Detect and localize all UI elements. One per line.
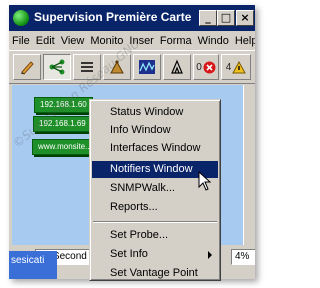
menu-monitor[interactable]: Monito — [87, 32, 126, 50]
list-icon[interactable] — [73, 54, 101, 80]
app-icon — [13, 10, 29, 26]
menu-window[interactable]: Windo — [195, 32, 232, 50]
alarm-zero-count: 0 — [196, 61, 202, 73]
pencil-icon[interactable] — [13, 54, 41, 80]
close-button[interactable]: × — [236, 10, 254, 26]
menu-help[interactable]: Help — [232, 32, 255, 50]
maximize-button[interactable]: □ — [217, 10, 235, 26]
network-icon[interactable] — [43, 54, 71, 80]
map-node[interactable]: 192.168.1.60 — [34, 97, 93, 113]
submenu-arrow-icon — [208, 251, 212, 259]
menu-item-set-probe[interactable]: Set Probe... — [92, 227, 218, 244]
vertical-scrollbar[interactable] — [243, 85, 253, 245]
taskbar-button[interactable]: sesicati — [9, 251, 57, 279]
menu-item-reports[interactable]: Reports... — [92, 199, 218, 216]
map-node[interactable]: www.monsite... — [32, 139, 98, 155]
mouse-cursor-icon — [198, 171, 212, 191]
zoom-level: 4% — [231, 249, 255, 265]
alarm-triangle-icon[interactable]: 4 — [221, 54, 251, 80]
toolbar: 0 4 — [9, 50, 255, 84]
menu-file[interactable]: File — [9, 32, 33, 50]
menu-insert[interactable]: Inser — [126, 32, 156, 50]
menu-format[interactable]: Forma — [157, 32, 195, 50]
menu-item-info-window[interactable]: Info Window — [92, 122, 218, 139]
menu-view[interactable]: View — [58, 32, 88, 50]
map-node[interactable]: 192.168.1.69 — [33, 116, 92, 132]
menu-item-interfaces-window[interactable]: Interfaces Window — [92, 140, 218, 157]
menu-item-set-info[interactable]: Set Info — [92, 246, 218, 263]
menu-edit[interactable]: Edit — [33, 32, 58, 50]
title-bar[interactable]: Supervision Première Carte _ □ × — [9, 5, 255, 31]
alarm-zero-icon[interactable]: 0 — [193, 54, 219, 80]
probe-icon[interactable] — [103, 54, 131, 80]
menu-item-status-window[interactable]: Status Window — [92, 104, 218, 121]
alarm-count: 4 — [225, 61, 232, 73]
minimize-button[interactable]: _ — [199, 10, 217, 26]
triangle-ruler-icon[interactable] — [163, 54, 191, 80]
menu-item-set-vantage-point[interactable]: Set Vantage Point — [92, 265, 218, 280]
window-title: Supervision Première Carte — [34, 10, 192, 24]
menu-bar: File Edit View Monito Inser Forma Windo Help — [9, 31, 255, 50]
menu-separator — [93, 221, 217, 223]
chart-icon[interactable] — [133, 54, 161, 80]
menu-item-set-info-label: Set Info — [110, 248, 148, 260]
